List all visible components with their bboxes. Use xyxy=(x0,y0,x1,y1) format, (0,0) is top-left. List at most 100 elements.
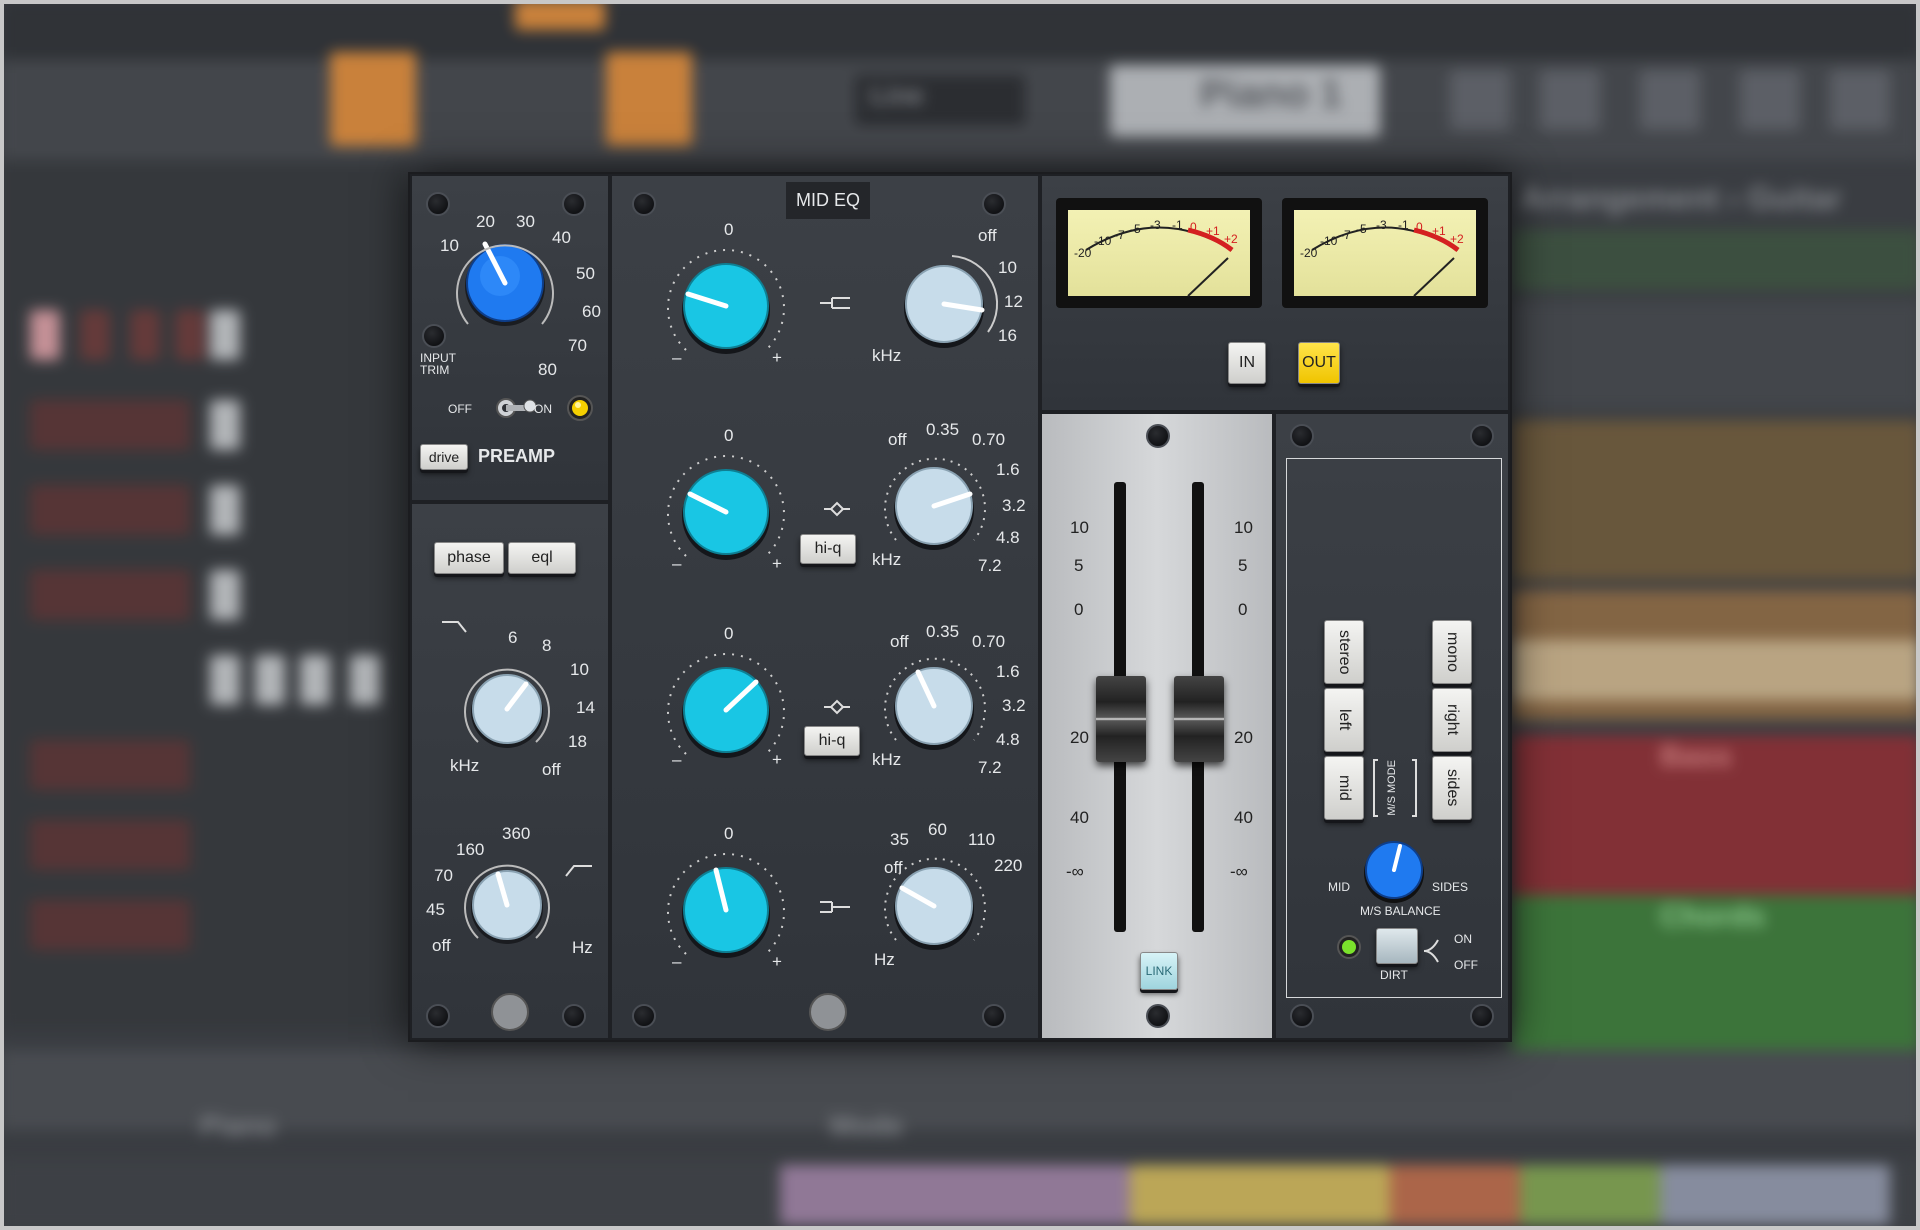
vu-in-m7: -7 xyxy=(1114,228,1125,242)
meter-panel: -20 -10 -7 -5 -3 -1 0 +1 +2 -20 -10 -7 -… xyxy=(1040,174,1510,412)
band3-freq-48: 4.8 xyxy=(996,730,1020,749)
ms-panel: stereo left mid mono right sides M/S MOD… xyxy=(1274,412,1510,1040)
vu-out-m7: -7 xyxy=(1340,228,1351,242)
fader-r-10: 10 xyxy=(1234,518,1253,537)
band4-freq-220: 220 xyxy=(994,856,1023,875)
band2-freq-070: 0.70 xyxy=(972,430,1006,449)
band2-freq-16: 1.6 xyxy=(996,460,1020,479)
vu-out-p2: +2 xyxy=(1450,232,1464,246)
lpf-scale-8: 8 xyxy=(542,636,552,655)
lpf-scale-18: 18 xyxy=(568,732,587,751)
bg-bottom-label: Piano xyxy=(200,1110,277,1141)
band3-freq-72: 7.2 xyxy=(978,758,1002,777)
band4-gain-knob[interactable] xyxy=(664,848,788,972)
screw-icon xyxy=(1290,424,1314,448)
ms-sides-button[interactable]: sides xyxy=(1432,756,1472,820)
vu-in-p1: +1 xyxy=(1206,224,1220,238)
band2-gain-knob[interactable] xyxy=(664,450,788,574)
ms-right-button[interactable]: right xyxy=(1432,688,1472,752)
band4-freq-35: 35 xyxy=(890,830,909,849)
hpf-unit: Hz xyxy=(572,938,593,957)
ms-balance-label: M/S BALANCE xyxy=(1360,904,1441,918)
hpf-scale-off: off xyxy=(432,936,451,955)
phase-button[interactable]: phase xyxy=(434,542,504,574)
drive-knob-tick-ring xyxy=(456,244,554,325)
band2-hiq-button[interactable]: hi-q xyxy=(800,534,856,564)
output-vu-meter: -20 -10 -7 -5 -3 -1 0 +1 +2 xyxy=(1282,198,1488,308)
ms-stereo-button[interactable]: stereo xyxy=(1324,620,1364,684)
band3-bell-icon xyxy=(824,699,850,715)
lpf-scale-10: 10 xyxy=(570,660,589,679)
band2-freq-off: off xyxy=(888,430,907,449)
eq-bypass-button[interactable] xyxy=(808,992,848,1032)
vu-in-p2: +2 xyxy=(1224,232,1238,246)
vu-out-m3: -3 xyxy=(1376,218,1387,232)
channel-strip-plugin: 10 20 30 40 50 60 70 80 INPUT TRIM OFF O… xyxy=(408,172,1512,1042)
fader-r-40: 40 xyxy=(1234,808,1253,827)
drive-button[interactable]: drive xyxy=(420,444,468,470)
fader-l-5: 5 xyxy=(1074,556,1084,575)
bg-track-chords: Chords xyxy=(1660,900,1765,933)
input-vu-meter: -20 -10 -7 -5 -3 -1 0 +1 +2 xyxy=(1056,198,1262,308)
meter-in-button[interactable]: IN xyxy=(1228,342,1266,384)
band3-hiq-button[interactable]: hi-q xyxy=(804,726,860,756)
ms-left-button[interactable]: left xyxy=(1324,688,1364,752)
preamp-panel: 10 20 30 40 50 60 70 80 INPUT TRIM OFF O… xyxy=(410,174,610,502)
band3-gain-knob[interactable] xyxy=(664,648,788,772)
left-fader-cap[interactable] xyxy=(1096,676,1146,762)
screw-icon xyxy=(1470,424,1494,448)
lpf-unit: kHz xyxy=(450,756,480,775)
band2-gain-center: 0 xyxy=(724,426,734,445)
input-trim-knob[interactable] xyxy=(422,324,446,348)
fader-link-button[interactable]: LINK xyxy=(1140,952,1178,990)
fader-l-10: 10 xyxy=(1070,518,1089,537)
vu-out-0: 0 xyxy=(1416,220,1423,234)
lowpass-shape-icon xyxy=(442,621,467,633)
drive-scale-70: 70 xyxy=(568,336,587,355)
lpf-scale-off: off xyxy=(542,760,561,779)
bg-dropdown: Line xyxy=(870,80,924,110)
band4-gain-center: 0 xyxy=(724,824,734,843)
band2-freq-035: 0.35 xyxy=(926,420,960,439)
dirt-on-label: ON xyxy=(1454,932,1472,946)
vu-in-m10: -10 xyxy=(1094,234,1112,248)
band4-freq-60: 60 xyxy=(928,820,947,839)
ms-mid-button[interactable]: mid xyxy=(1324,756,1364,820)
screw-icon xyxy=(426,192,450,216)
vu-in-m3: -3 xyxy=(1150,218,1161,232)
ms-balance-mid-label: MID xyxy=(1328,880,1350,894)
highpass-shape-icon xyxy=(565,865,592,877)
band3-gain-center: 0 xyxy=(724,624,734,643)
band2-freq-knob[interactable] xyxy=(882,454,986,558)
screw-icon xyxy=(982,192,1006,216)
fader-r-5: 5 xyxy=(1238,556,1248,575)
bg-breadcrumb: Arrangement › Guitar xyxy=(1520,180,1842,216)
filter-bypass-button[interactable] xyxy=(490,992,530,1032)
ms-mono-button[interactable]: mono xyxy=(1432,620,1472,684)
band1-freq-knob[interactable] xyxy=(892,252,999,356)
lowpass-freq-knob[interactable] xyxy=(464,666,550,752)
dirt-led-icon xyxy=(1337,935,1361,959)
meter-out-button[interactable]: OUT xyxy=(1298,342,1340,384)
band4-freq-knob[interactable] xyxy=(882,854,986,958)
band4-shelf-icon xyxy=(820,901,850,913)
bg-track-bass: Bass xyxy=(1660,740,1732,773)
band3-freq-knob[interactable] xyxy=(882,654,986,758)
band1-gain-knob[interactable] xyxy=(664,244,788,368)
band1-freq-off: off xyxy=(978,226,997,245)
screw-icon xyxy=(562,1004,586,1028)
input-trim-label: INPUT TRIM xyxy=(420,351,456,377)
screw-icon xyxy=(1470,1004,1494,1028)
mid-eq-panel: MID EQ 0 – + off 10 12 16 kHz 0 – + hi-q… xyxy=(610,174,1040,1040)
band3-freq-070: 0.70 xyxy=(972,632,1006,651)
fader-r-0: 0 xyxy=(1238,600,1248,619)
ms-balance-knob[interactable] xyxy=(1362,838,1426,903)
right-fader-cap[interactable] xyxy=(1174,676,1224,762)
band3-freq-32: 3.2 xyxy=(1002,696,1026,715)
band2-freq-32: 3.2 xyxy=(1002,496,1026,515)
preamp-led-icon xyxy=(567,395,593,421)
highpass-freq-knob[interactable] xyxy=(464,862,550,948)
eql-button[interactable]: eql xyxy=(508,542,576,574)
dirt-toggle-button[interactable] xyxy=(1376,928,1418,964)
hpf-scale-360: 360 xyxy=(502,824,531,843)
